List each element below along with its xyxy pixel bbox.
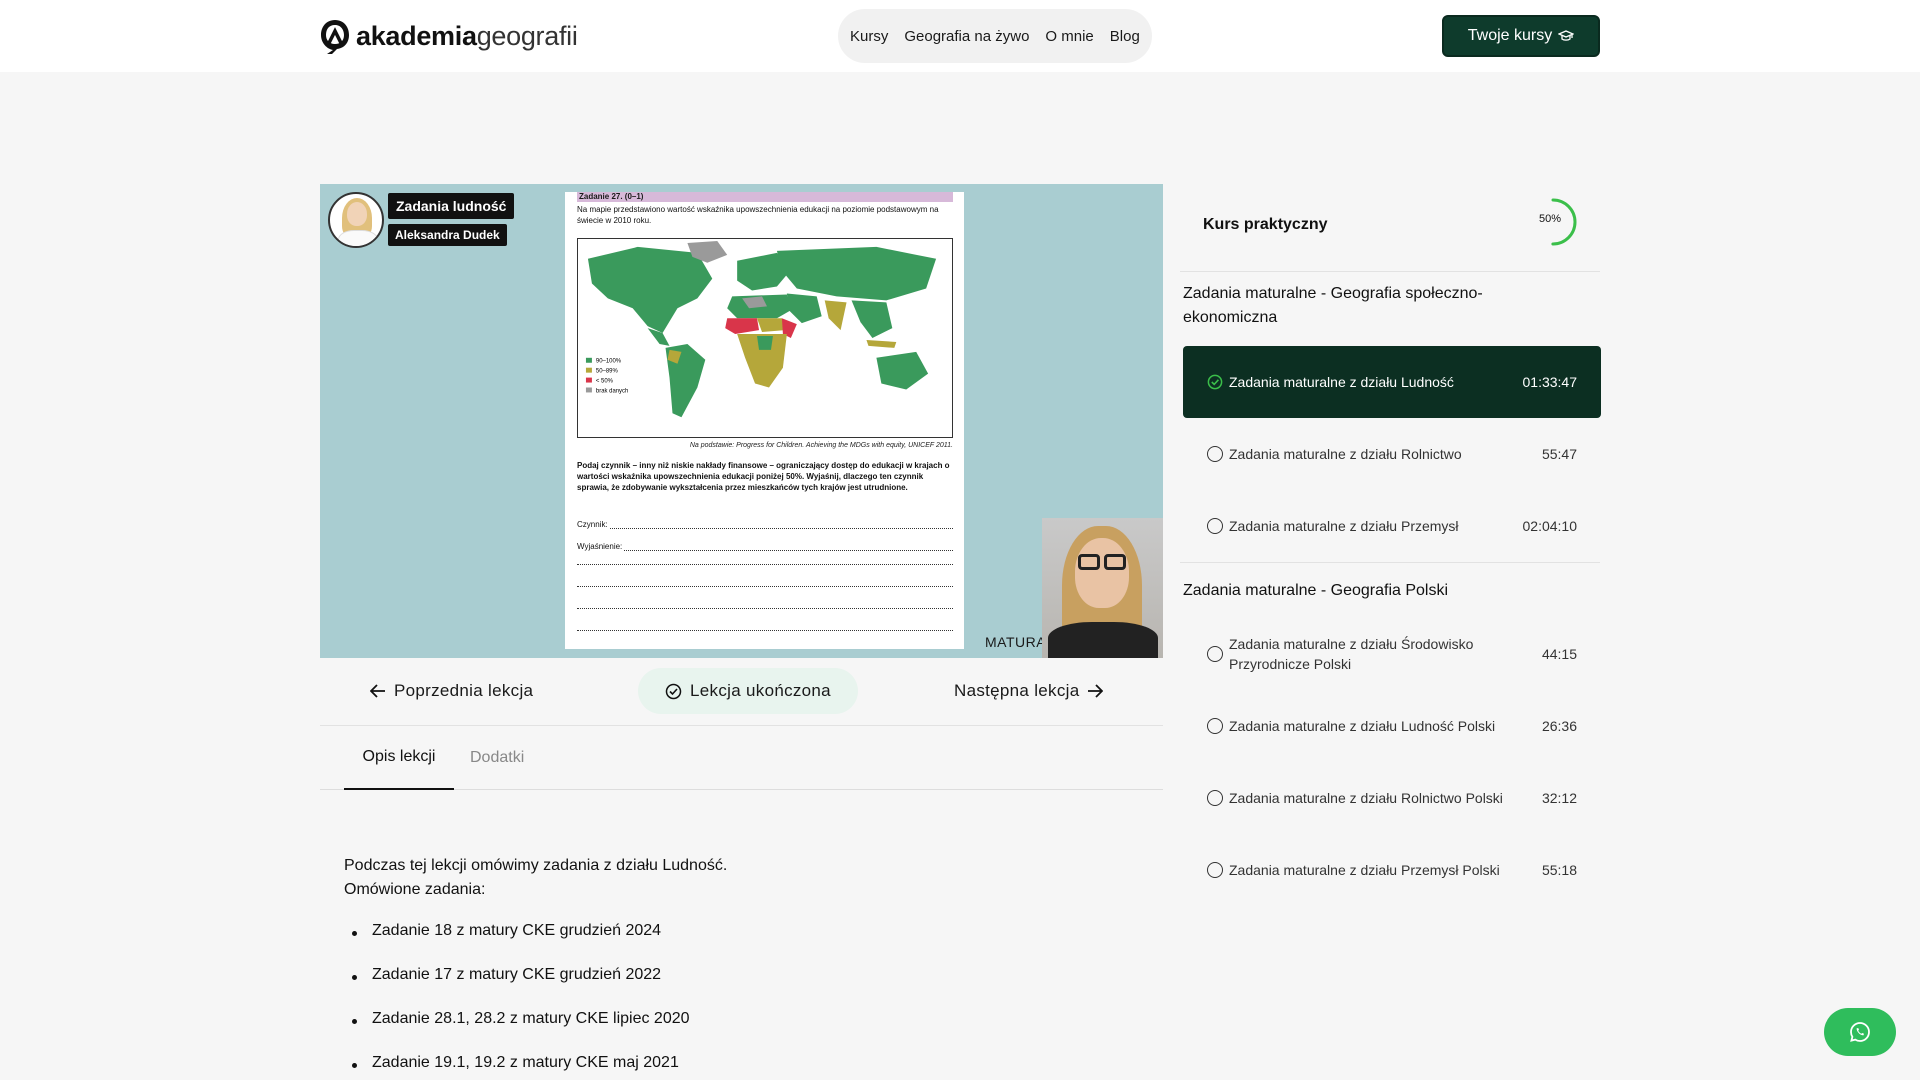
circle-icon — [1207, 646, 1223, 662]
list-item: Zadanie 19.1, 19.2 z matury CKE maj 2021 — [344, 1054, 1144, 1080]
nav-item-geografia-na-zywo[interactable]: Geografia na żywo — [904, 28, 1029, 45]
your-courses-button[interactable]: Twoje kursy — [1442, 15, 1600, 57]
answer-field-explanation: Wyjaśnienie: — [577, 542, 953, 551]
lesson-description: Podczas tej lekcji omówimy zadania z dzi… — [344, 857, 728, 898]
list-item: Zadanie 18 z matury CKE grudzień 2024 — [344, 922, 1144, 966]
tab-opis-lekcji[interactable]: Opis lekcji — [344, 726, 454, 790]
course-header: Kurs praktyczny 50% — [1180, 184, 1600, 272]
nav-item-blog[interactable]: Blog — [1110, 28, 1140, 45]
arrow-left-icon — [370, 684, 385, 698]
sidebar-lesson-ludnosc[interactable]: Zadania maturalne z działu Ludność 01:33… — [1183, 346, 1601, 418]
tab-dodatki[interactable]: Dodatki — [470, 726, 524, 790]
task-list: Zadanie 18 z matury CKE grudzień 2024 Za… — [344, 922, 1144, 1080]
list-item: Zadanie 28.1, 28.2 z matury CKE lipiec 2… — [344, 1010, 1144, 1054]
nav-item-o-mnie[interactable]: O mnie — [1045, 28, 1093, 45]
circle-icon — [1207, 518, 1223, 534]
previous-lesson-button[interactable]: Poprzednia lekcja — [370, 668, 533, 714]
video-watermark: MATURA — [985, 634, 1047, 650]
check-circle-icon — [665, 683, 682, 699]
sidebar-lesson-przemysl-polski[interactable]: Zadania maturalne z działu Przemysł Pols… — [1183, 834, 1601, 906]
sidebar-lesson-ludnosc-polski[interactable]: Zadania maturalne z działu Ludność Polsk… — [1183, 690, 1601, 762]
section-title: Zadania maturalne - Geografia społeczno-… — [1183, 285, 1483, 326]
sidebar-lesson-srodowisko-polski[interactable]: Zadania maturalne z działu Środowisko Pr… — [1183, 618, 1601, 690]
video-title-tag: Zadania ludność — [388, 193, 515, 219]
nav-item-kursy[interactable]: Kursy — [850, 28, 888, 45]
world-map: 90–100% 50–89% < 50% brak danych — [577, 238, 953, 438]
lesson-tabs: Opis lekcji Dodatki — [320, 726, 1163, 790]
list-item: Zadanie 17 z matury CKE grudzień 2022 — [344, 966, 1144, 1010]
course-title: Kurs praktyczny — [1203, 216, 1328, 233]
whatsapp-button[interactable] — [1824, 1008, 1896, 1056]
question-text: Podaj czynnik – inny niż niskie nakłady … — [577, 461, 950, 492]
circle-icon — [1207, 862, 1223, 878]
exam-sheet: Zadanie 27. (0–1) Na mapie przedstawiono… — [565, 192, 964, 649]
logo[interactable]: akademiageografii — [318, 16, 578, 56]
lesson-complete-button[interactable]: Lekcja ukończona — [638, 668, 858, 714]
answer-field-factor: Czynnik: — [577, 520, 953, 529]
graduation-cap-icon — [1558, 30, 1575, 41]
instructor-webcam — [1042, 518, 1163, 658]
site-header: akademiageografii Kursy Geografia na żyw… — [0, 0, 1920, 72]
logo-icon — [321, 20, 349, 54]
check-circle-icon — [1207, 374, 1223, 390]
circle-icon — [1207, 446, 1223, 462]
sidebar-lesson-przemysl[interactable]: Zadania maturalne z działu Przemysł 02:0… — [1183, 490, 1601, 562]
circle-icon — [1207, 790, 1223, 806]
sheet-intro: Na mapie przedstawiono wartość wskaźnika… — [577, 205, 939, 225]
next-lesson-button[interactable]: Następna lekcja — [954, 668, 1104, 714]
video-player[interactable]: Zadania ludność Aleksandra Dudek Zadanie… — [320, 184, 1163, 658]
sheet-header: Zadanie 27. (0–1) — [577, 192, 953, 202]
sidebar-lesson-rolnictwo[interactable]: Zadania maturalne z działu Rolnictwo 55:… — [1183, 418, 1601, 490]
legend-label: brak danych — [596, 388, 628, 394]
main-nav: Kursy Geografia na żywo O mnie Blog — [838, 9, 1152, 63]
instructor-avatar — [328, 192, 384, 248]
legend-label: < 50% — [596, 379, 614, 385]
circle-icon — [1207, 718, 1223, 734]
video-author-tag: Aleksandra Dudek — [388, 224, 507, 246]
section-title: Zadania maturalne - Geografia Polski — [1183, 582, 1449, 599]
logo-text: akademiageografii — [356, 20, 578, 51]
whatsapp-icon — [1850, 1022, 1870, 1042]
your-courses-label: Twoje kursy — [1467, 27, 1553, 44]
progress-label: 50% — [1538, 213, 1562, 225]
map-source: Na podstawie: Progress for Children. Ach… — [689, 442, 953, 449]
lesson-controls: Poprzednia lekcja Lekcja ukończona Nastę… — [320, 658, 1163, 726]
legend-label: 90–100% — [596, 359, 622, 365]
arrow-right-icon — [1088, 684, 1104, 698]
legend-label: 50–89% — [596, 369, 619, 375]
sidebar-lesson-rolnictwo-polski[interactable]: Zadania maturalne z działu Rolnictwo Pol… — [1183, 762, 1601, 834]
